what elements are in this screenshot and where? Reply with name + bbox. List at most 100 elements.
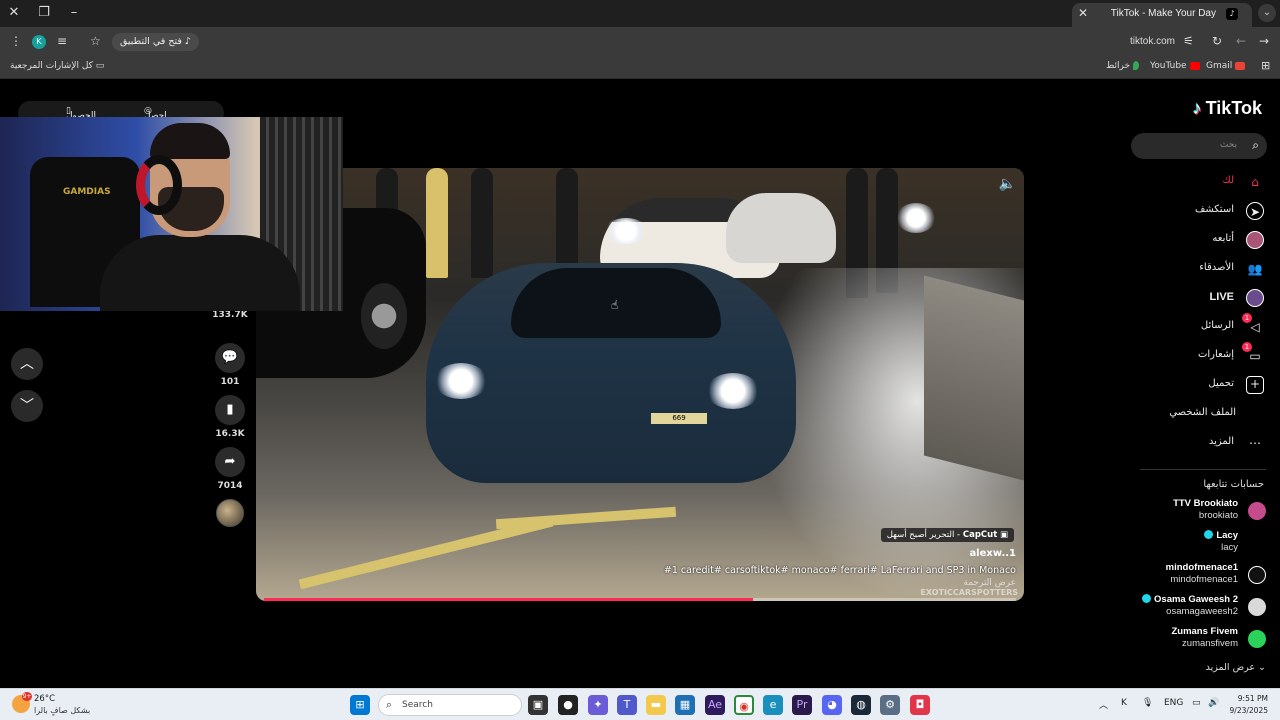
volume-icon[interactable]: 🔈 bbox=[999, 176, 1016, 192]
bookmark-star-icon[interactable]: ☆ bbox=[90, 34, 101, 48]
nav-notifications[interactable]: إشعارات ▭ 1 bbox=[1144, 342, 1264, 367]
previous-video-button[interactable]: ︿ bbox=[11, 348, 43, 380]
streamer-hair bbox=[150, 123, 230, 159]
task-view-icon[interactable]: ▣ bbox=[528, 695, 548, 715]
bookmark-icon: ▮ bbox=[215, 395, 245, 425]
nav-upload[interactable]: تحميل + bbox=[1144, 374, 1264, 396]
video-progress-bar[interactable] bbox=[264, 598, 1016, 601]
nav-profile[interactable]: الملف الشخصي bbox=[1144, 403, 1264, 425]
tab-tiktok[interactable]: ✕ TikTok - Make Your Day ♪ bbox=[1072, 3, 1252, 27]
account-item[interactable]: Zumans Fivem zumansfivem bbox=[1126, 626, 1266, 654]
teams-icon[interactable]: T bbox=[617, 695, 637, 715]
apps-grid-icon[interactable]: ⊞ bbox=[1261, 59, 1270, 72]
copilot-icon[interactable]: ✦ bbox=[588, 695, 608, 715]
start-windows-icon[interactable]: ⊞ bbox=[350, 695, 370, 715]
save-count: 16.3K bbox=[215, 429, 245, 439]
search-icon[interactable]: ⌕ bbox=[1252, 138, 1259, 153]
messages-badge: 1 bbox=[1242, 313, 1252, 323]
capcut-badge[interactable]: التحرير أصبح أسهل - CapCut ▣ bbox=[880, 528, 1014, 542]
nav-friends-label: الأصدقاء bbox=[1199, 262, 1234, 273]
weather-temp: 26°C bbox=[34, 694, 56, 704]
share-button[interactable]: ➦ 7014 bbox=[212, 447, 248, 491]
nav-more[interactable]: المزيد ⋯ bbox=[1144, 432, 1264, 454]
menu-dots-icon[interactable]: ⋮ bbox=[10, 34, 22, 48]
bookmark-gmail[interactable]: Gmail bbox=[1206, 61, 1246, 71]
app-red-icon[interactable]: ◘ bbox=[910, 695, 930, 715]
tray-overflow-chevron-icon[interactable]: ︿ bbox=[1099, 698, 1108, 711]
see-translation-link[interactable]: عرض الترجمة bbox=[963, 578, 1016, 588]
sound-disc-avatar bbox=[216, 499, 244, 527]
account-item[interactable]: TTV Brookiato brookiato bbox=[1126, 498, 1266, 526]
share-count: 7014 bbox=[217, 481, 243, 491]
reading-list-icon[interactable]: ≡ bbox=[57, 34, 67, 48]
search-input[interactable]: بحث ⌕ bbox=[1131, 133, 1267, 159]
next-video-button[interactable]: ﹀ bbox=[11, 390, 43, 422]
account-handle: brookiato bbox=[1198, 510, 1238, 521]
nav-live[interactable]: LIVE bbox=[1144, 287, 1264, 309]
premiere-icon[interactable]: Pr bbox=[792, 695, 812, 715]
steam-icon[interactable]: ◍ bbox=[851, 695, 871, 715]
profile-avatar[interactable]: K bbox=[32, 35, 46, 49]
chevron-down-icon: ⌄ bbox=[1258, 662, 1266, 673]
get-app-link[interactable]: الحصول على الت... ▯ bbox=[66, 106, 96, 141]
reload-icon[interactable]: ↻ bbox=[1212, 34, 1222, 48]
tiktok-logo[interactable]: ♪ TikTok bbox=[1193, 98, 1262, 119]
settings-gear-icon[interactable]: ⚙ bbox=[880, 695, 900, 715]
bookmarks-bar: كل الإشارات المرجعية ▭ خرائط YouTube Gma… bbox=[0, 57, 1280, 79]
microphone-icon[interactable]: 🎙 bbox=[1142, 698, 1153, 708]
gmail-icon bbox=[1235, 61, 1246, 70]
video-author[interactable]: alexw..1 bbox=[969, 548, 1016, 559]
store-icon[interactable]: ▦ bbox=[675, 695, 695, 715]
discord-icon[interactable]: ◕ bbox=[822, 695, 842, 715]
following-avatar-icon bbox=[1246, 231, 1264, 249]
network-icon[interactable]: ▭ bbox=[1192, 698, 1201, 708]
language-indicator[interactable]: ENG bbox=[1164, 698, 1183, 708]
nav-following[interactable]: أتابعه bbox=[1144, 229, 1264, 251]
all-bookmarks-link[interactable]: كل الإشارات المرجعية ▭ bbox=[10, 61, 104, 71]
comment-button[interactable]: 💬 101 bbox=[212, 343, 248, 387]
address-bar-url[interactable]: tiktok.com bbox=[1130, 36, 1175, 47]
verified-icon bbox=[1204, 530, 1214, 539]
save-button[interactable]: ▮ 16.3K bbox=[212, 395, 248, 439]
search-placeholder: بحث bbox=[1219, 140, 1237, 150]
taskbar-search[interactable]: ⌕ Search bbox=[378, 694, 522, 716]
system-clock[interactable]: 9:51 PM 9/23/2025 bbox=[1228, 693, 1268, 717]
nav-for-you[interactable]: لك ⌂ bbox=[1144, 171, 1264, 193]
open-in-app-button[interactable]: فتح في التطبيق ♪ bbox=[112, 33, 199, 51]
tab-search-chevron-icon[interactable]: ⌄ bbox=[1258, 4, 1276, 22]
file-explorer-icon[interactable]: ▬ bbox=[646, 695, 666, 715]
nav-messages[interactable]: الرسائل ◁ 1 bbox=[1144, 313, 1264, 338]
edge-icon[interactable]: e bbox=[763, 695, 783, 715]
mouse-cursor-icon: ☝ bbox=[611, 298, 619, 312]
minimize-window-icon[interactable]: – bbox=[64, 4, 84, 22]
video-watermark: EXOTICCARSPOTTERS bbox=[920, 588, 1018, 597]
account-item[interactable]: mindofmenace1 mindofmenace1 bbox=[1126, 562, 1266, 590]
account-item[interactable]: Lacy lacy bbox=[1126, 530, 1266, 558]
bookmark-youtube-label: YouTube bbox=[1150, 61, 1187, 71]
back-arrow-icon[interactable]: ← bbox=[1236, 34, 1246, 48]
restore-window-icon[interactable]: ❐ bbox=[34, 4, 54, 22]
account-avatar bbox=[1248, 534, 1266, 552]
get-coins-link[interactable]: احصل على عملات ◎ bbox=[144, 106, 168, 141]
tray-app-icon[interactable]: K bbox=[1121, 698, 1127, 708]
account-handle: osamagaweesh2 bbox=[1166, 606, 1238, 617]
bookmark-maps[interactable]: خرائط bbox=[1106, 61, 1140, 71]
after-effects-icon[interactable]: Ae bbox=[705, 695, 725, 715]
site-settings-icon[interactable]: ⚟ bbox=[1183, 34, 1194, 48]
video-player[interactable]: 669 ☝ 🔈 التحرير أصبح أسهل - CapCut ▣ ale… bbox=[256, 168, 1024, 601]
see-more-link[interactable]: عرض المزيد ⌄ bbox=[1206, 662, 1266, 673]
account-item[interactable]: Osama Gaweesh 2 osamagaweesh2 bbox=[1126, 594, 1266, 622]
video-progress-fill bbox=[264, 598, 753, 601]
chrome-icon[interactable]: ◉ bbox=[734, 695, 754, 715]
bookmark-youtube[interactable]: YouTube bbox=[1150, 61, 1200, 71]
nav-messages-label: الرسائل bbox=[1200, 320, 1234, 331]
sound-disc-button[interactable] bbox=[212, 499, 248, 527]
nav-friends[interactable]: الأصدقاء 👥 bbox=[1144, 258, 1264, 280]
tab-close-icon[interactable]: ✕ bbox=[1078, 6, 1088, 20]
weather-widget[interactable]: 9+ 26°C بشكل صافٍ بالرا bbox=[10, 692, 130, 718]
forward-arrow-icon[interactable]: → bbox=[1259, 34, 1269, 48]
volume-icon[interactable]: 🔊 bbox=[1208, 698, 1219, 708]
close-window-icon[interactable]: ✕ bbox=[4, 4, 24, 22]
app-icon[interactable]: ● bbox=[558, 695, 578, 715]
nav-explore[interactable]: استكشف ➤ bbox=[1144, 200, 1264, 222]
